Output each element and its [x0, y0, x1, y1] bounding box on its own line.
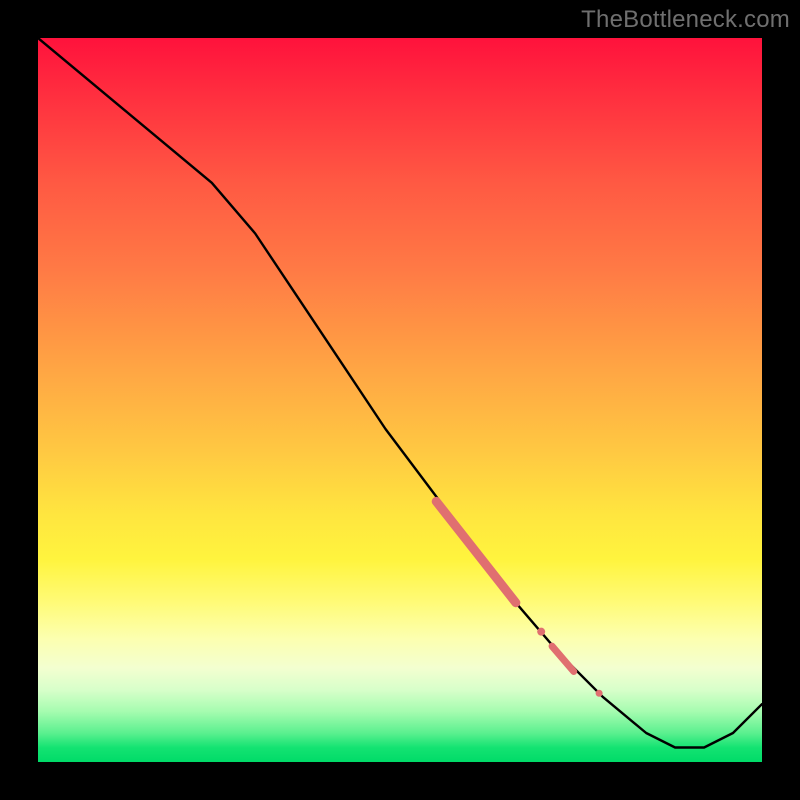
watermark-text: TheBottleneck.com — [581, 6, 790, 34]
segment-mid — [552, 646, 574, 671]
dot-upper — [537, 628, 545, 636]
markers-group — [436, 501, 602, 696]
series-curve — [38, 38, 762, 748]
chart-svg — [38, 38, 762, 762]
plot-area — [38, 38, 762, 762]
segment-main — [436, 501, 516, 602]
dot-lower — [596, 690, 603, 697]
chart-frame: TheBottleneck.com — [0, 0, 800, 800]
